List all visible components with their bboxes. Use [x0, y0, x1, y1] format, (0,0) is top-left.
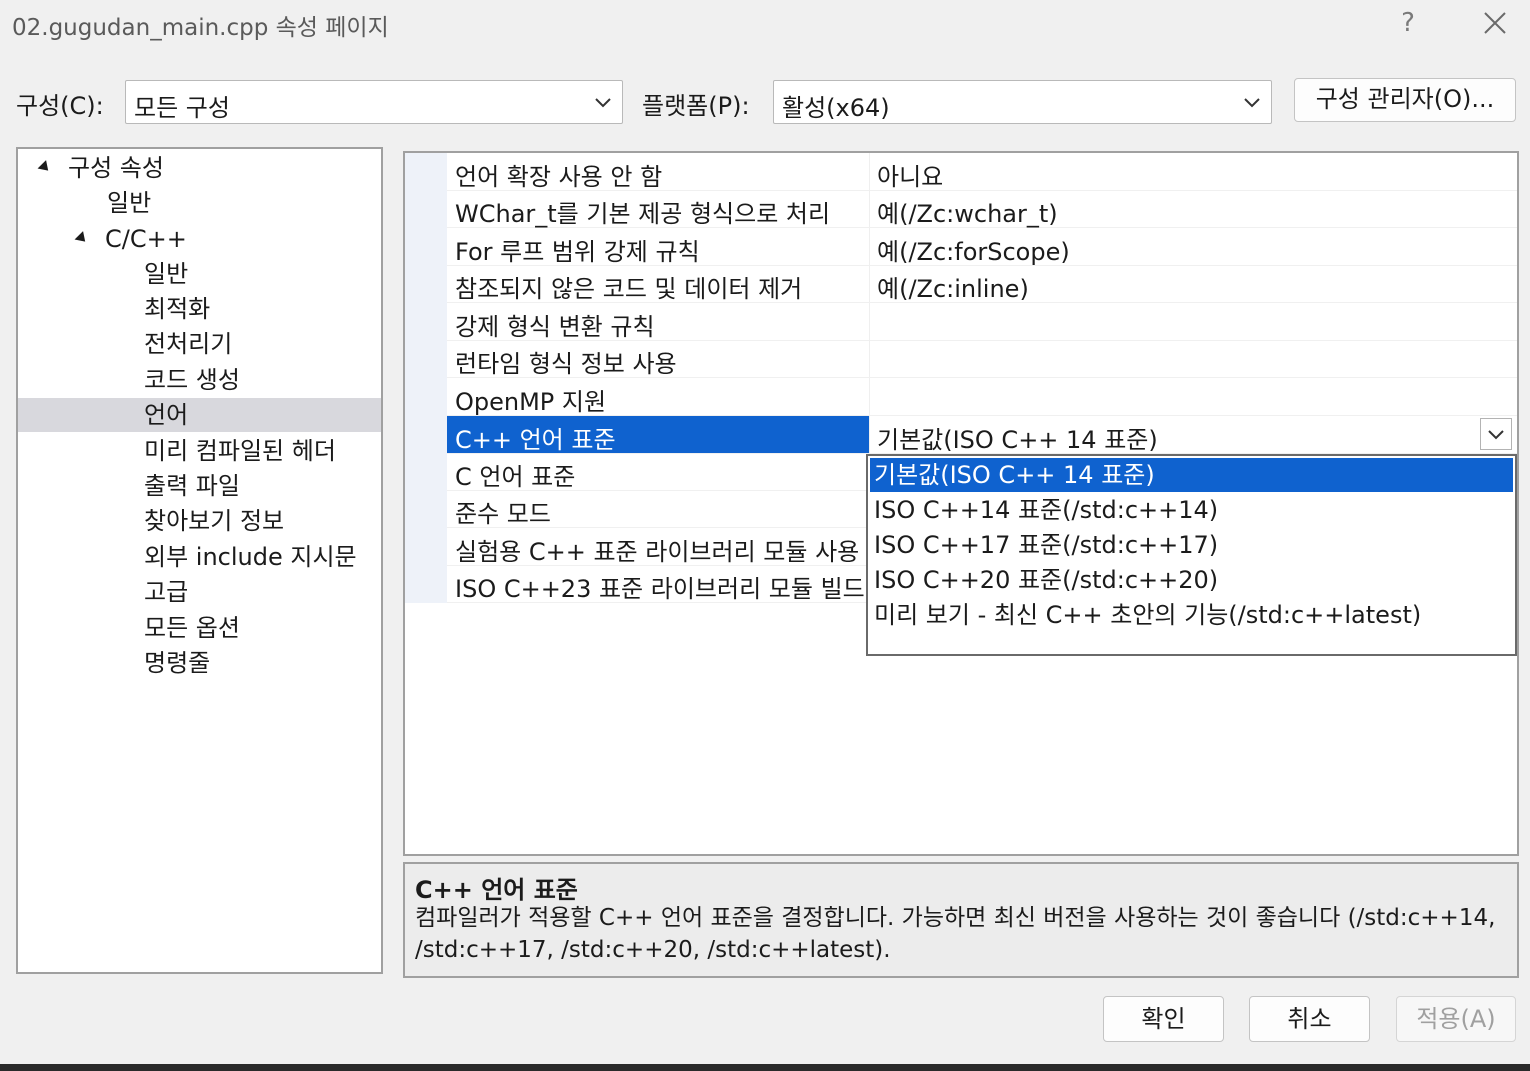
property-name: WChar_t를 기본 제공 형식으로 처리 — [455, 200, 831, 228]
window-title: 02.gugudan_main.cpp 속성 페이지 — [12, 15, 389, 41]
expanded-triangle-icon[interactable] — [37, 160, 53, 175]
description-panel: C++ 언어 표준 컴파일러가 적용할 C++ 언어 표준을 결정합니다. 가능… — [403, 862, 1519, 978]
tree-item-label: 외부 include 지시문 — [144, 543, 357, 571]
dropdown-option-cpp20[interactable]: ISO C++20 표준(/std:c++20) — [870, 563, 1513, 597]
close-icon — [1484, 12, 1506, 34]
tree-item-label: 명령줄 — [144, 649, 211, 677]
property-name: C 언어 표준 — [455, 463, 576, 491]
tree-item-command-line[interactable]: 명령줄 — [18, 646, 381, 680]
close-button[interactable] — [1478, 6, 1512, 40]
tree-item-label: 모든 옵션 — [144, 614, 240, 642]
chevron-down-icon — [595, 98, 611, 108]
property-row[interactable]: 런타임 형식 정보 사용 — [447, 340, 1517, 378]
tree-item-label: 구성 속성 — [68, 154, 164, 182]
cancel-button[interactable]: 취소 — [1249, 996, 1370, 1042]
property-value: 예(/Zc:inline) — [877, 275, 1029, 303]
dropdown-option-cpp14[interactable]: ISO C++14 표준(/std:c++14) — [870, 493, 1513, 527]
tree-item-preprocessor[interactable]: 전처리기 — [18, 327, 381, 361]
grid-gutter — [405, 153, 447, 603]
tree-item-label: 미리 컴파일된 헤더 — [144, 437, 336, 465]
property-name: OpenMP 지원 — [455, 388, 607, 416]
property-name: For 루프 범위 강제 규칙 — [455, 238, 700, 266]
expanded-triangle-icon[interactable] — [74, 231, 90, 246]
property-tree[interactable]: 구성 속성 일반 C/C++ 일반 최적화 전처리기 코드 생성 언어 미리 컴… — [16, 147, 383, 974]
property-row[interactable]: For 루프 범위 강제 규칙 예(/Zc:forScope) — [447, 228, 1517, 266]
tree-item-config-properties[interactable]: 구성 속성 — [18, 151, 381, 185]
tree-item-label: 출력 파일 — [144, 472, 240, 500]
property-name: 강제 형식 변환 규칙 — [455, 313, 655, 341]
description-text: 컴파일러가 적용할 C++ 언어 표준을 결정합니다. 가능하면 최신 버전을 … — [415, 905, 1496, 963]
property-row[interactable]: 언어 확장 사용 안 함 아니요 — [447, 153, 1517, 191]
tree-item-precompiled-headers[interactable]: 미리 컴파일된 헤더 — [18, 434, 381, 468]
tree-item-label: 전처리기 — [144, 330, 233, 358]
tree-item-label: 최적화 — [144, 295, 211, 323]
taskbar-edge — [0, 1064, 1530, 1071]
tree-item-label: 코드 생성 — [144, 366, 240, 394]
property-row[interactable]: 강제 형식 변환 규칙 — [447, 303, 1517, 341]
property-value[interactable]: 기본값(ISO C++ 14 표준) — [877, 420, 1158, 455]
property-value: 아니요 — [877, 163, 944, 191]
property-name: 준수 모드 — [455, 500, 551, 528]
platform-select[interactable]: 활성(x64) — [773, 80, 1272, 124]
tree-item-label: C/C++ — [105, 225, 187, 253]
tree-item-output-files[interactable]: 출력 파일 — [18, 469, 381, 503]
tree-item-label: 고급 — [144, 578, 189, 606]
tree-item-cpp-general[interactable]: 일반 — [18, 257, 381, 291]
tree-item-label: 언어 — [144, 401, 189, 429]
property-name: 참조되지 않은 코드 및 데이터 제거 — [455, 275, 803, 303]
cpp-standard-dropdown-list[interactable]: 기본값(ISO C++ 14 표준) ISO C++14 표준(/std:c++… — [866, 454, 1517, 656]
tree-item-label: 찾아보기 정보 — [144, 507, 285, 535]
property-name: 런타임 형식 정보 사용 — [455, 350, 677, 378]
config-manager-button[interactable]: 구성 관리자(O)... — [1294, 78, 1516, 122]
property-row[interactable]: 참조되지 않은 코드 및 데이터 제거 예(/Zc:inline) — [447, 265, 1517, 303]
config-select[interactable]: 모든 구성 — [125, 80, 623, 124]
property-row[interactable]: WChar_t를 기본 제공 형식으로 처리 예(/Zc:wchar_t) — [447, 190, 1517, 228]
cpp-standard-dropdown-button[interactable] — [1480, 418, 1512, 450]
tree-item-all-options[interactable]: 모든 옵션 — [18, 611, 381, 645]
property-row-selected[interactable]: C++ 언어 표준 기본값(ISO C++ 14 표준) — [447, 416, 1517, 454]
help-button[interactable]: ? — [1396, 8, 1420, 42]
platform-label: 플랫폼(P): — [642, 92, 750, 120]
dropdown-option-latest[interactable]: 미리 보기 - 최신 C++ 초안의 기능(/std:c++latest) — [870, 598, 1513, 632]
property-name: ISO C++23 표준 라이브러리 모듈 빌드 — [455, 575, 865, 603]
property-name: 실험용 C++ 표준 라이브러리 모듈 사용 — [455, 538, 860, 566]
tree-item-label: 일반 — [144, 260, 189, 288]
config-select-value: 모든 구성 — [134, 94, 230, 122]
property-value: 예(/Zc:forScope) — [877, 238, 1070, 266]
property-name: 언어 확장 사용 안 함 — [455, 163, 663, 191]
chevron-down-icon — [1488, 430, 1504, 440]
chevron-down-icon — [1244, 98, 1260, 108]
dropdown-option-default[interactable]: 기본값(ISO C++ 14 표준) — [870, 458, 1513, 492]
tree-item-code-generation[interactable]: 코드 생성 — [18, 363, 381, 397]
dropdown-option-cpp17[interactable]: ISO C++17 표준(/std:c++17) — [870, 528, 1513, 562]
tree-item-browse-info[interactable]: 찾아보기 정보 — [18, 504, 381, 538]
apply-button[interactable]: 적용(A) — [1396, 996, 1516, 1042]
ok-button[interactable]: 확인 — [1103, 996, 1224, 1042]
description-title: C++ 언어 표준 — [415, 876, 578, 904]
tree-item-cpp[interactable]: C/C++ — [18, 222, 381, 256]
platform-select-value: 활성(x64) — [782, 94, 890, 122]
config-label: 구성(C): — [16, 92, 104, 120]
property-name: C++ 언어 표준 — [455, 426, 616, 454]
tree-item-label: 일반 — [107, 189, 152, 217]
tree-item-advanced[interactable]: 고급 — [18, 575, 381, 609]
tree-item-external-includes[interactable]: 외부 include 지시문 — [18, 540, 381, 574]
tree-item-optimization[interactable]: 최적화 — [18, 292, 381, 326]
tree-item-general[interactable]: 일반 — [18, 186, 381, 220]
tree-item-language[interactable]: 언어 — [18, 398, 381, 432]
property-value: 예(/Zc:wchar_t) — [877, 200, 1058, 228]
property-row[interactable]: OpenMP 지원 — [447, 378, 1517, 416]
